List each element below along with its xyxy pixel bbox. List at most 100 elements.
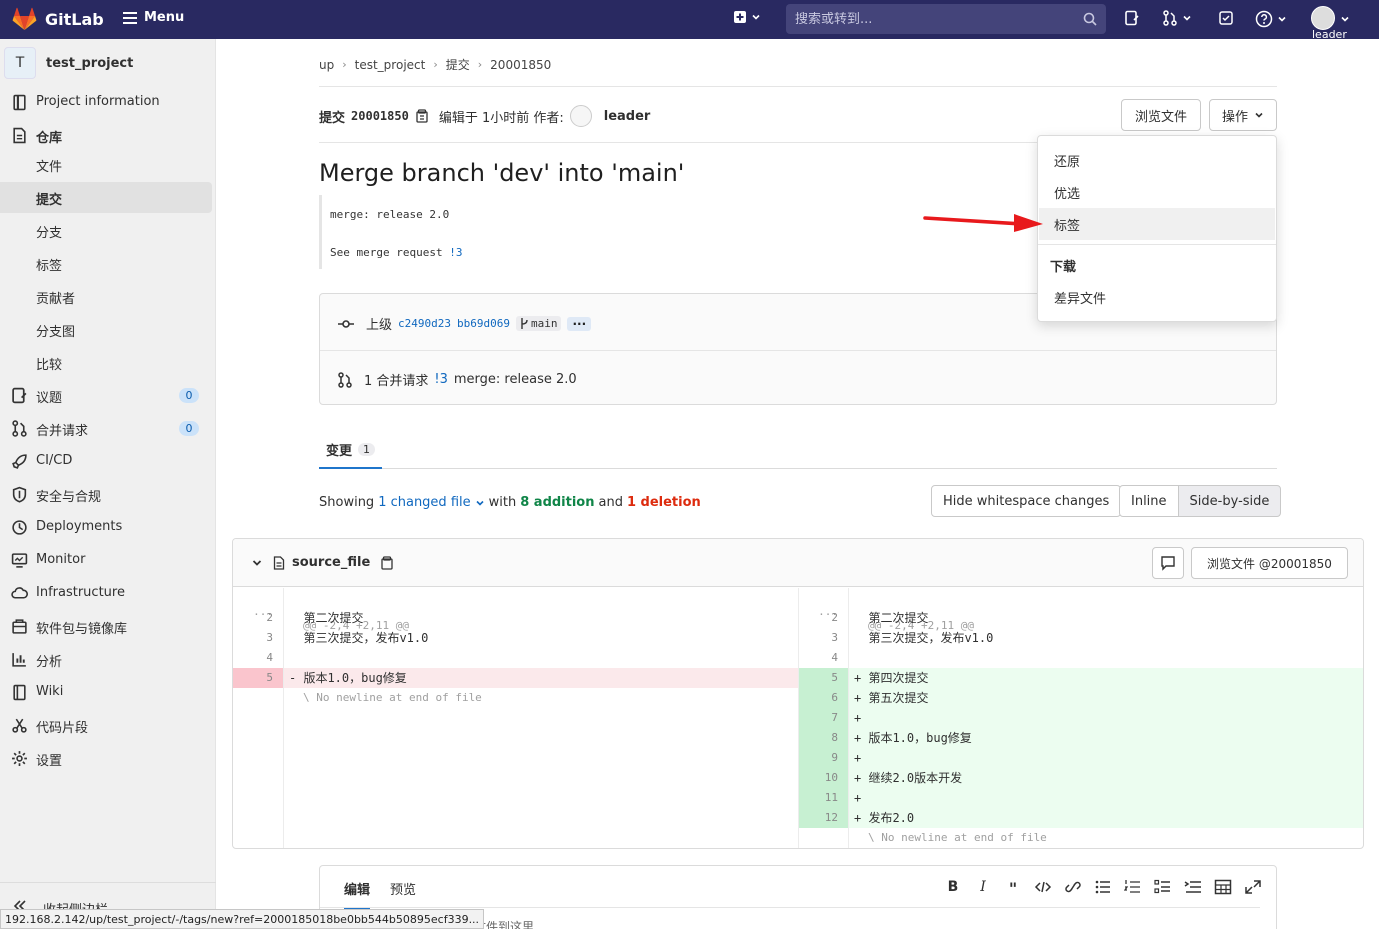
diff-file-name[interactable]: source_file xyxy=(292,555,370,570)
line-number[interactable]: 2 xyxy=(233,608,283,628)
sidebar-item-issues[interactable]: 议题 0 xyxy=(0,380,212,411)
author-avatar[interactable] xyxy=(569,105,592,127)
actions-dropdown-button[interactable]: 操作 xyxy=(1209,99,1277,131)
line-number[interactable]: 4 xyxy=(233,648,283,668)
gitlab-logo[interactable]: GitLab xyxy=(12,7,104,31)
sidebar-item-wiki[interactable]: Wiki xyxy=(0,677,212,708)
link-icon[interactable] xyxy=(1064,879,1082,895)
numbered-list-icon[interactable] xyxy=(1124,879,1142,895)
line-number[interactable]: 5 xyxy=(798,668,848,688)
line-number[interactable]: 5 xyxy=(233,668,283,688)
sidebar-item-repository[interactable]: 仓库 xyxy=(0,120,212,151)
copy-icon[interactable] xyxy=(380,555,394,570)
table-icon[interactable] xyxy=(1214,879,1232,895)
branch-pill[interactable]: main xyxy=(515,316,562,331)
todos-nav-button[interactable] xyxy=(1218,10,1234,26)
sidebar-item-packages[interactable]: 软件包与镜像库 xyxy=(0,611,212,642)
line-number[interactable]: 4 xyxy=(798,648,848,668)
sidebar-item-compare[interactable]: 比较 xyxy=(0,347,212,378)
user-menu-chevron[interactable] xyxy=(1340,14,1350,24)
issues-nav-button[interactable] xyxy=(1124,10,1140,26)
browse-files-button[interactable]: 浏览文件 xyxy=(1121,99,1201,131)
tag-menu-item[interactable]: 标签 xyxy=(1039,208,1275,240)
hide-whitespace-button[interactable]: Hide whitespace changes xyxy=(931,485,1122,517)
plus-square-icon xyxy=(734,11,746,23)
line-number[interactable]: 11 xyxy=(798,788,848,808)
menu-button[interactable]: Menu xyxy=(123,10,184,25)
breadcrumb-item[interactable]: test_project xyxy=(355,58,426,72)
info-icon xyxy=(13,94,26,111)
tab-preview[interactable]: 预览 xyxy=(390,879,416,909)
code-icon[interactable] xyxy=(1034,879,1052,895)
sidebar-item-monitor[interactable]: Monitor xyxy=(0,545,212,576)
search-input[interactable] xyxy=(795,11,1083,27)
line-number[interactable]: 3 xyxy=(798,628,848,648)
sidebar-item-project-information[interactable]: Project information xyxy=(0,87,212,118)
commit-author[interactable]: leader xyxy=(604,109,651,124)
sidebar-project[interactable]: T test_project xyxy=(4,47,133,79)
sidebar-item-security[interactable]: 安全与合规 xyxy=(0,479,212,510)
chevron-down-icon[interactable] xyxy=(252,558,262,568)
merge-requests-nav-button[interactable] xyxy=(1162,10,1192,26)
line-number[interactable]: 7 xyxy=(798,708,848,728)
fullscreen-icon[interactable] xyxy=(1244,879,1262,895)
line-number[interactable]: 9 xyxy=(798,748,848,768)
collapsible-icon[interactable] xyxy=(1184,879,1202,895)
sidebar-item-tags[interactable]: 标签 xyxy=(0,248,212,279)
bullet-list-icon[interactable] xyxy=(1094,879,1112,895)
help-nav-button[interactable] xyxy=(1255,10,1287,28)
more-branches-button[interactable]: ··· xyxy=(567,316,592,331)
parent-commit-link[interactable]: bb69d069 xyxy=(457,317,510,330)
line-number[interactable]: 6 xyxy=(798,688,848,708)
line-number[interactable]: 8 xyxy=(798,728,848,748)
tab-edit[interactable]: 编辑 xyxy=(344,879,371,909)
diff-files-menu-item[interactable]: 差异文件 xyxy=(1039,281,1275,313)
bold-icon[interactable]: B xyxy=(944,879,962,898)
chevron-down-icon[interactable] xyxy=(475,498,485,508)
changed-files-dropdown[interactable]: 1 changed file xyxy=(378,495,470,510)
line-number[interactable]: 12 xyxy=(798,808,848,828)
quote-icon[interactable]: " xyxy=(1004,879,1022,898)
sidebar-item-branches[interactable]: 分支 xyxy=(0,215,212,246)
sidebar-item-cicd[interactable]: CI/CD xyxy=(0,446,212,477)
line-number[interactable]: 3 xyxy=(233,628,283,648)
breadcrumb-item[interactable]: 20001850 xyxy=(490,58,551,72)
line-number[interactable]: 2 xyxy=(798,608,848,628)
breadcrumb-item[interactable]: 提交 xyxy=(446,56,470,73)
sidebar-item-contributors[interactable]: 贡献者 xyxy=(0,281,212,312)
italic-icon[interactable]: I xyxy=(974,879,992,898)
sidebar-item-settings[interactable]: 设置 xyxy=(0,743,212,774)
inline-view-button[interactable]: Inline xyxy=(1119,485,1179,517)
search-box[interactable] xyxy=(786,4,1106,34)
chevron-down-icon xyxy=(1278,16,1286,22)
tab-changes[interactable]: 变更 1 xyxy=(319,432,382,469)
divider xyxy=(319,86,1277,87)
search-icon xyxy=(1083,12,1097,26)
breadcrumb-item[interactable]: up xyxy=(319,58,334,72)
merge-request-link[interactable]: !3 xyxy=(434,372,447,387)
sidebar-item-files[interactable]: 文件 xyxy=(0,149,212,180)
sidebar-item-label: Deployments xyxy=(36,519,123,534)
sidebar-item-analytics[interactable]: 分析 xyxy=(0,644,212,675)
revert-menu-item[interactable]: 还原 xyxy=(1039,144,1275,176)
copy-icon[interactable] xyxy=(415,109,429,123)
view-file-button[interactable]: 浏览文件 @20001850 xyxy=(1191,547,1348,579)
sidebar-item-label: Wiki xyxy=(36,684,64,699)
side-by-side-view-button[interactable]: Side-by-side xyxy=(1177,485,1282,517)
new-dropdown[interactable] xyxy=(733,10,761,24)
sidebar-item-snippets[interactable]: 代码片段 xyxy=(0,710,212,741)
additions-count: 8 addition xyxy=(520,495,595,510)
parent-commit-link[interactable]: c2490d23 xyxy=(398,317,451,330)
sidebar-item-merge-requests[interactable]: 合并请求 0 xyxy=(0,413,212,444)
sidebar-item-graph[interactable]: 分支图 xyxy=(0,314,212,345)
line-number[interactable]: 10 xyxy=(798,768,848,788)
merge-request-link[interactable]: !3 xyxy=(449,246,462,259)
cherry-pick-menu-item[interactable]: 优选 xyxy=(1039,176,1275,208)
user-avatar[interactable] xyxy=(1311,6,1335,30)
sidebar-item-commits[interactable]: 提交 xyxy=(0,182,212,213)
sidebar-item-infrastructure[interactable]: Infrastructure xyxy=(0,578,212,609)
sidebar-item-deployments[interactable]: Deployments xyxy=(0,512,212,543)
comments-toggle-button[interactable] xyxy=(1152,547,1184,579)
task-list-icon[interactable] xyxy=(1154,879,1172,895)
